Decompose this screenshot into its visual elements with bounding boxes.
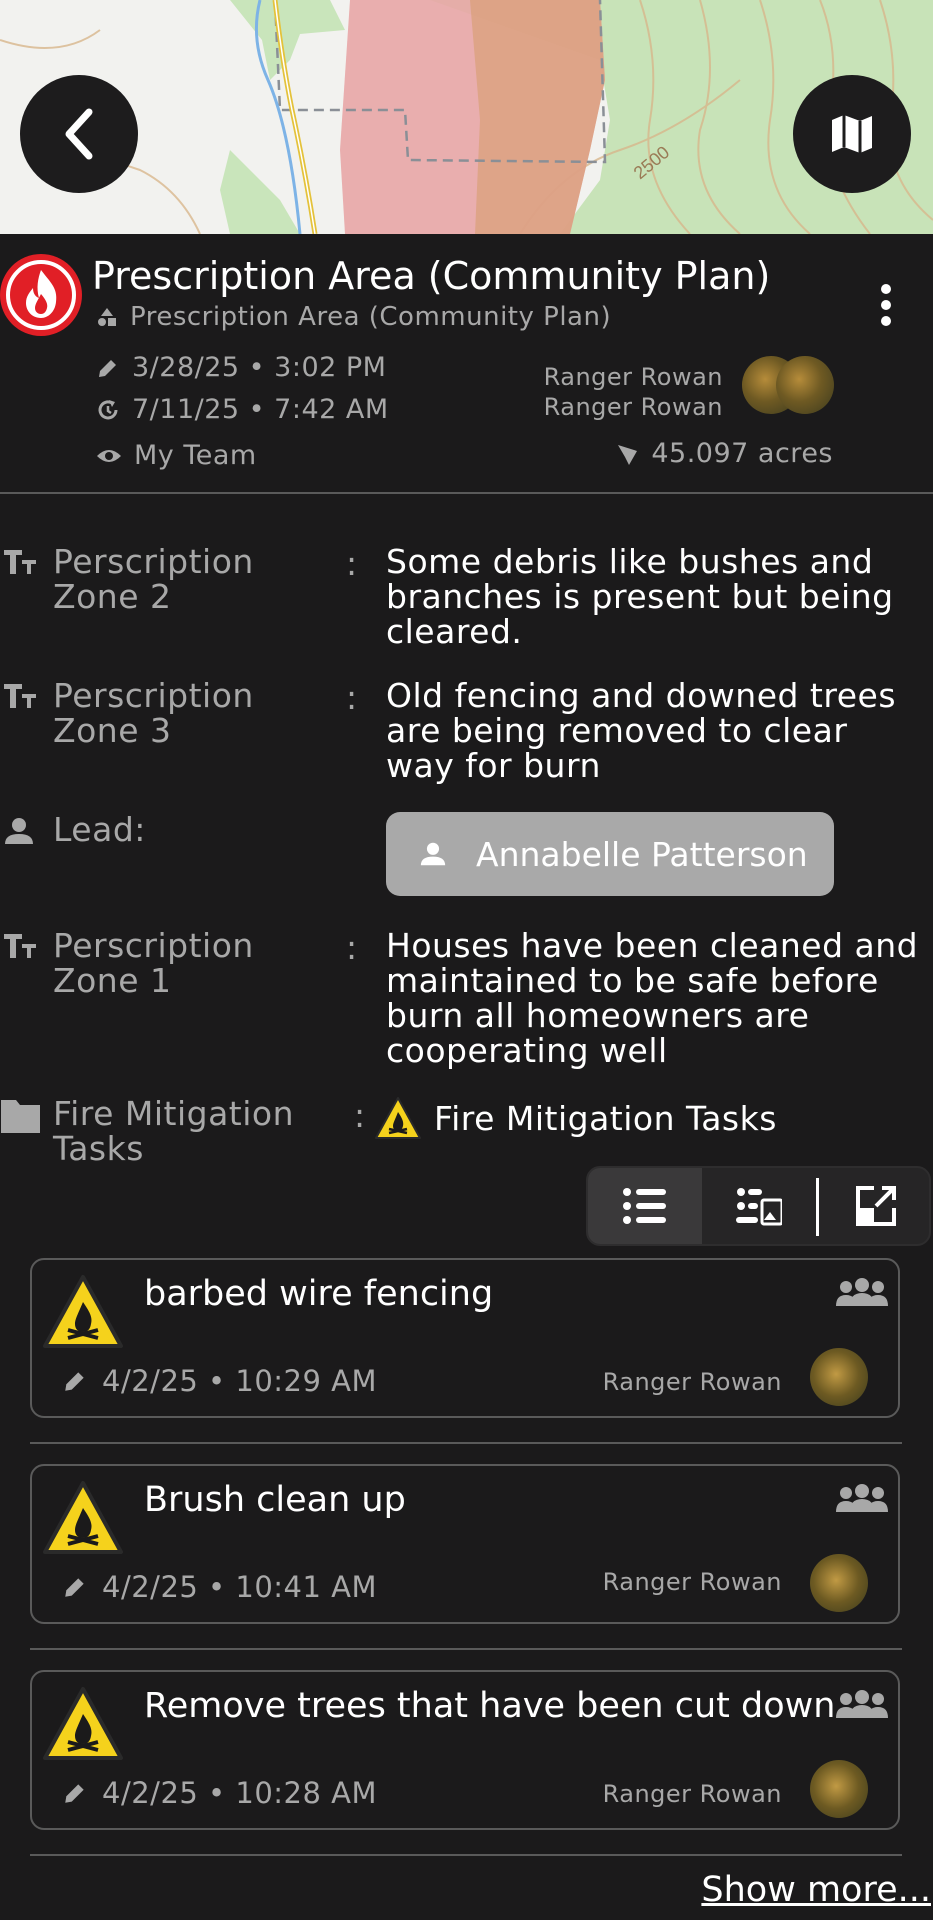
task-title: barbed wire fencing	[144, 1274, 494, 1314]
list-view-button[interactable]	[588, 1168, 702, 1244]
field-colon: :	[346, 544, 358, 583]
updated-by: Ranger Rowan	[543, 393, 723, 421]
map-icon	[832, 115, 872, 153]
task-card[interactable]: Brush clean up 4/2/25 • 10:41 AM Ranger …	[30, 1464, 900, 1624]
warning-fire-icon	[43, 1481, 123, 1554]
warning-fire-icon	[43, 1687, 123, 1760]
task-card[interactable]: barbed wire fencing 4/2/25 • 10:29 AM Ra…	[30, 1258, 900, 1418]
text-size-icon	[4, 934, 36, 958]
updated-date: 7/11/25 • 7:42 AM	[132, 394, 389, 425]
warning-fire-icon	[375, 1097, 421, 1139]
subtitle-text: Prescription Area (Community Plan)	[130, 302, 612, 332]
feature-header: Prescription Area (Community Plan) Presc…	[0, 234, 933, 494]
header-divider	[0, 492, 933, 494]
area-measure: 45.097 acres	[615, 438, 833, 469]
field-zone-2: Perscription Zone 2 : Some debris like b…	[0, 544, 933, 654]
back-button[interactable]	[20, 75, 138, 193]
field-label: Perscription Zone 2	[53, 542, 254, 616]
field-colon: :	[354, 1096, 366, 1135]
task-edited: 4/2/25 • 10:29 AM	[62, 1364, 377, 1398]
created-by: Ranger Rowan	[543, 363, 723, 391]
field-lead: Lead: Annabelle Patterson	[0, 812, 933, 902]
task-user: Ranger Rowan	[602, 1780, 782, 1808]
map-preview[interactable]: 2500	[0, 0, 933, 234]
map-view-button[interactable]	[793, 75, 911, 193]
avatar	[776, 356, 834, 414]
folder-icon	[1, 1100, 40, 1133]
group-icon	[836, 1690, 888, 1718]
lead-name: Annabelle Patterson	[476, 834, 808, 874]
fire-icon	[0, 254, 82, 336]
field-colon: :	[346, 928, 358, 967]
group-icon	[836, 1484, 888, 1512]
field-colon: :	[346, 678, 358, 717]
field-value: Old fencing and downed trees are being r…	[386, 676, 897, 785]
field-fire-mitigation: Fire Mitigation Tasks : Fire Mitigation …	[0, 1096, 933, 1166]
area-icon	[618, 444, 638, 465]
view-toggle	[586, 1166, 931, 1246]
feature-type: Prescription Area (Community Plan)	[96, 302, 611, 332]
list-divider	[30, 1854, 902, 1856]
field-value: Some debris like bushes and branches is …	[386, 542, 894, 651]
linked-layer-label: Fire Mitigation Tasks	[434, 1098, 777, 1138]
visibility-text: My Team	[134, 440, 257, 471]
avatar	[810, 1554, 868, 1612]
field-value: Houses have been cleaned and maintained …	[386, 926, 919, 1070]
area-text: 45.097 acres	[651, 438, 833, 469]
field-label: Fire Mitigation Tasks	[53, 1094, 295, 1168]
task-edited: 4/2/25 • 10:41 AM	[62, 1570, 377, 1604]
pencil-icon	[65, 1784, 84, 1803]
text-size-icon	[4, 550, 36, 574]
show-more-link[interactable]: Show more...	[701, 1870, 931, 1910]
field-zone-1: Perscription Zone 1 : Houses have been c…	[0, 928, 933, 1068]
created-row: 3/28/25 • 3:02 PM	[96, 352, 386, 383]
task-user: Ranger Rowan	[602, 1568, 782, 1596]
created-date: 3/28/25 • 3:02 PM	[132, 352, 387, 383]
pencil-icon	[65, 1578, 84, 1597]
author-names: Ranger Rowan Ranger Rowan	[544, 362, 723, 422]
expand-icon	[856, 1186, 896, 1226]
list-divider	[30, 1442, 902, 1444]
person-icon	[5, 818, 33, 844]
eye-icon	[97, 449, 121, 462]
task-user: Ranger Rowan	[602, 1368, 782, 1396]
lead-user-chip[interactable]: Annabelle Patterson	[386, 812, 834, 896]
task-date: 4/2/25 • 10:29 AM	[102, 1364, 378, 1398]
person-icon	[420, 842, 446, 866]
text-size-icon	[4, 684, 36, 708]
task-edited: 4/2/25 • 10:28 AM	[62, 1776, 377, 1810]
task-title: Brush clean up	[144, 1480, 406, 1520]
group-icon	[836, 1278, 888, 1306]
field-label: Perscription Zone 1	[53, 926, 254, 1000]
chevron-left-icon	[65, 108, 93, 160]
field-label: Lead:	[53, 810, 146, 849]
task-title: Remove trees that have been cut down	[144, 1686, 836, 1726]
field-zone-3: Perscription Zone 3 : Old fencing and do…	[0, 678, 933, 788]
avatar	[810, 1348, 868, 1406]
list-divider	[30, 1648, 902, 1650]
list-icon	[623, 1188, 666, 1224]
visibility-row: My Team	[96, 440, 257, 471]
author-avatars	[742, 356, 834, 416]
open-external-button[interactable]	[819, 1168, 933, 1244]
gallery-view-button[interactable]	[702, 1168, 816, 1244]
history-icon	[98, 399, 118, 419]
updated-row: 7/11/25 • 7:42 AM	[96, 394, 389, 425]
task-date: 4/2/25 • 10:28 AM	[102, 1776, 378, 1810]
task-date: 4/2/25 • 10:41 AM	[102, 1570, 378, 1604]
page-title: Prescription Area (Community Plan)	[92, 254, 771, 298]
more-options-button[interactable]	[881, 284, 893, 332]
shapes-icon	[98, 308, 116, 326]
task-card[interactable]: Remove trees that have been cut down 4/2…	[30, 1670, 900, 1830]
linked-layer[interactable]: Fire Mitigation Tasks	[374, 1096, 914, 1140]
avatar	[810, 1760, 868, 1818]
pencil-icon	[99, 359, 116, 377]
pencil-icon	[65, 1372, 84, 1391]
warning-fire-icon	[43, 1275, 123, 1348]
field-label: Perscription Zone 3	[53, 676, 254, 750]
list-image-icon	[736, 1188, 782, 1226]
